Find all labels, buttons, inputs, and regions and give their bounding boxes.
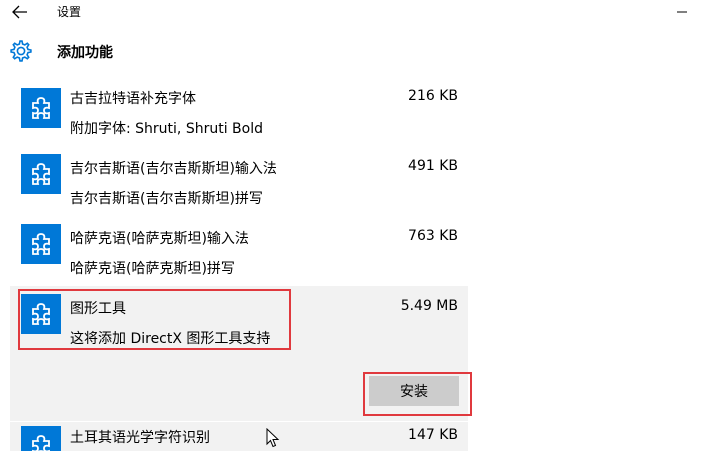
window-title: 设置 (57, 5, 82, 19)
puzzle-piece-icon (21, 88, 61, 128)
back-button[interactable] (6, 1, 34, 23)
page-header: 添加功能 (0, 28, 701, 74)
puzzle-piece-icon (21, 224, 61, 264)
feature-description: 附加字体: Shruti, Shruti Bold (70, 121, 263, 137)
feature-size: 5.49 MB (400, 298, 458, 314)
gear-icon (10, 40, 32, 62)
feature-item[interactable]: 土耳其语光学字符识别 147 KB (10, 422, 468, 451)
feature-description: 吉尔吉斯语(吉尔吉斯斯坦)拼写 (70, 191, 263, 207)
feature-size: 147 KB (408, 427, 458, 443)
feature-name: 哈萨克语(哈萨克斯坦)输入法 (70, 231, 249, 247)
title-bar: 设置 (0, 0, 701, 24)
feature-name: 吉尔吉斯语(吉尔吉斯斯坦)输入法 (70, 161, 277, 177)
feature-size: 763 KB (408, 228, 458, 244)
feature-size: 491 KB (408, 158, 458, 174)
highlight-feature-box (18, 289, 291, 350)
feature-description: 哈萨克语(哈萨克斯坦)拼写 (70, 261, 235, 277)
mouse-cursor-icon (266, 428, 280, 448)
feature-item[interactable]: 吉尔吉斯语(吉尔吉斯斯坦)输入法 491 KB 吉尔吉斯语(吉尔吉斯斯坦)拼写 (10, 150, 468, 216)
feature-name: 土耳其语光学字符识别 (70, 430, 210, 446)
minimize-icon (677, 11, 687, 13)
arrow-left-icon (12, 5, 27, 19)
feature-item[interactable]: 古吉拉特语补充字体 216 KB 附加字体: Shruti, Shruti Bo… (10, 80, 468, 146)
puzzle-piece-icon (21, 426, 61, 451)
page-title: 添加功能 (57, 45, 113, 61)
puzzle-piece-icon (21, 154, 61, 194)
feature-item[interactable]: 哈萨克语(哈萨克斯坦)输入法 763 KB 哈萨克语(哈萨克斯坦)拼写 (10, 220, 468, 286)
minimize-button[interactable] (667, 2, 697, 22)
feature-size: 216 KB (408, 88, 458, 104)
highlight-install-box (363, 372, 472, 416)
feature-name: 古吉拉特语补充字体 (70, 91, 196, 107)
